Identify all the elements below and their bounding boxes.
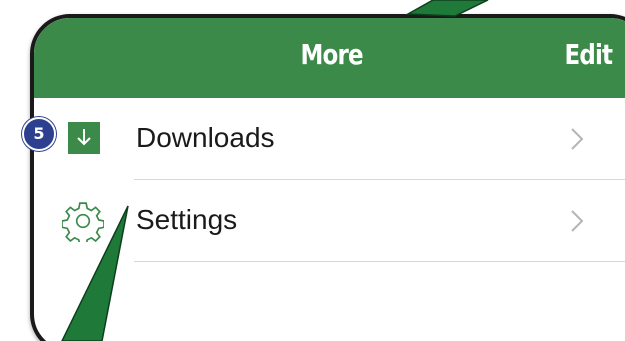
screenshot-stage: More Edit Downloads Settings 5 [0,0,625,341]
more-menu-list: Downloads Settings [34,98,625,262]
list-item-label: Settings [136,204,238,235]
edit-button[interactable]: Edit [564,38,613,71]
list-item-label: Downloads [136,122,275,153]
gear-icon [62,202,104,242]
phone-frame: More Edit Downloads Settings [30,14,625,341]
navigation-bar: More Edit [34,18,625,98]
chevron-right-icon [571,128,584,150]
list-item-settings[interactable]: Settings [34,180,625,262]
list-item-downloads[interactable]: Downloads [34,98,625,180]
chevron-right-icon [571,210,584,232]
row-divider [134,261,625,262]
download-icon [68,122,100,154]
page-title: More [300,38,363,71]
step-badge: 5 [22,117,56,151]
